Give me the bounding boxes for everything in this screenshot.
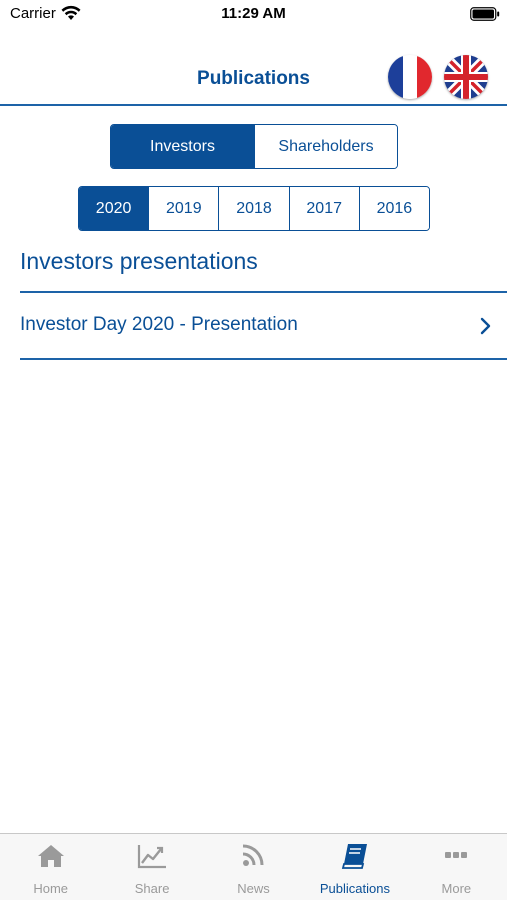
flag-france-icon[interactable] — [388, 55, 432, 99]
tab-bar: Home Share News Publications More — [0, 833, 507, 900]
home-icon — [37, 845, 64, 867]
battery-icon — [470, 7, 500, 21]
tab-share[interactable]: Share — [101, 834, 202, 900]
book-icon — [341, 844, 367, 869]
nav-header: Publications — [0, 44, 507, 106]
tab-publications-label: Publications — [319, 881, 390, 896]
status-bar: Carrier 11:29 AM — [0, 0, 507, 30]
tab-publications[interactable]: Publications — [304, 834, 405, 900]
year-tab-2016[interactable]: 2016 — [358, 187, 429, 230]
list-item-label: Investor Day 2020 - Presentation — [20, 314, 298, 335]
divider — [20, 358, 507, 360]
tab-more-label: More — [441, 881, 472, 896]
list-item[interactable]: Investor Day 2020 - Presentation — [20, 293, 507, 358]
flag-uk-icon[interactable] — [444, 55, 488, 99]
year-tab-2020[interactable]: 2020 — [79, 187, 149, 230]
tab-more[interactable]: More — [406, 834, 507, 900]
year-tab-2017[interactable]: 2017 — [288, 187, 359, 230]
tab-share-label: Share — [134, 881, 170, 896]
tab-home-label: Home — [33, 881, 69, 896]
chart-icon — [138, 845, 167, 869]
year-tab-2019[interactable]: 2019 — [148, 187, 219, 230]
segment-shareholders[interactable]: Shareholders — [254, 125, 397, 168]
status-time: 11:29 AM — [221, 5, 286, 22]
tab-news[interactable]: News — [203, 834, 304, 900]
segment-investors[interactable]: Investors — [111, 125, 254, 168]
chevron-right-icon — [480, 317, 491, 335]
year-tab-2018[interactable]: 2018 — [218, 187, 289, 230]
tab-news-label: News — [237, 881, 270, 896]
year-tabs: 2020 2019 2018 2017 2016 — [78, 186, 430, 231]
section-title: Investors presentations — [20, 248, 258, 274]
rss-icon — [242, 844, 264, 866]
tab-home[interactable]: Home — [0, 834, 101, 900]
category-segmented-control: Investors Shareholders — [110, 124, 398, 169]
more-icon — [445, 852, 468, 858]
